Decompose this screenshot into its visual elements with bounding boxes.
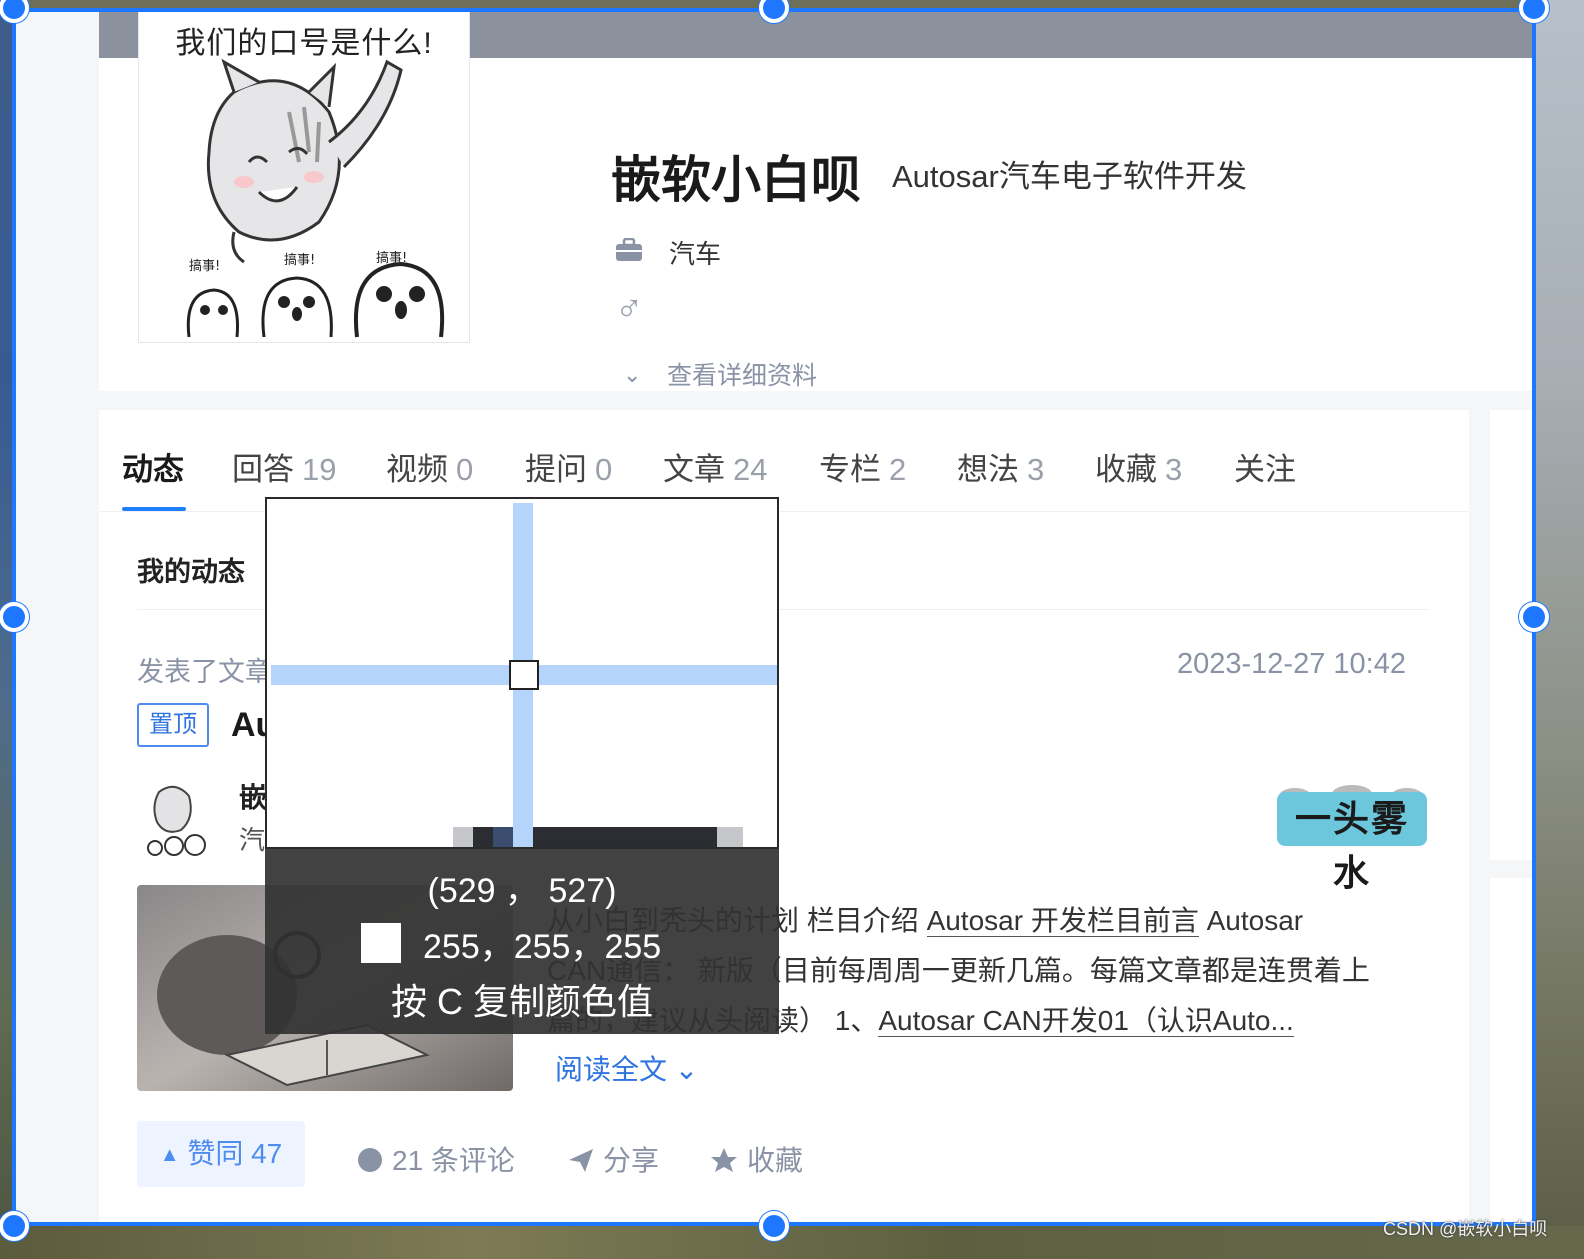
chevron-down-icon[interactable]: ⌄ <box>623 362 641 388</box>
tab-label: 提问 <box>525 452 587 487</box>
tab-activity[interactable]: 动态 <box>122 444 184 489</box>
tab-label: 视频 <box>386 452 448 487</box>
excerpt-link[interactable]: Autosar CAN开发01（认识Auto... <box>878 1005 1294 1037</box>
tab-columns[interactable]: 专栏 2 <box>819 444 906 489</box>
tab-label: 想法 <box>957 452 1019 487</box>
author-name[interactable]: 嵌 <box>239 776 267 816</box>
comments-label: 21 条评论 <box>392 1145 515 1176</box>
tab-label: 关注 <box>1234 452 1296 487</box>
chevron-down-icon: ⌄ <box>674 1054 699 1085</box>
sticker-label: 搞事! <box>189 258 220 274</box>
tab-videos[interactable]: 视频 0 <box>386 444 473 489</box>
tab-count: 0 <box>595 452 613 487</box>
user-name: 嵌软小白呗 <box>611 152 861 208</box>
like-label: 赞同 47 <box>187 1138 283 1169</box>
color-picker-magnifier: (529 ， 527) 255，255，255 按 C 复制颜色值 <box>265 497 779 1034</box>
excerpt-link[interactable]: Autosar 开发栏目前言 <box>926 905 1199 937</box>
like-button[interactable]: ▲ 赞同 47 <box>137 1121 305 1187</box>
male-gender-icon: ♂ <box>615 288 644 330</box>
tab-label: 回答 <box>232 452 294 487</box>
tab-count: 24 <box>733 452 768 487</box>
read-more-link[interactable]: 阅读全文 ⌄ <box>555 1048 698 1088</box>
hamster-sticker-image: 搞事! 搞事! 搞事! <box>186 58 445 338</box>
share-label: 分享 <box>603 1145 660 1176</box>
upvote-triangle-icon: ▲ <box>159 1144 180 1166</box>
tab-label: 收藏 <box>1095 452 1157 487</box>
share-button[interactable]: 分享 <box>567 1139 659 1179</box>
view-details-link[interactable]: 查看详细资料 <box>667 356 817 392</box>
resize-handle-left[interactable] <box>0 602 29 632</box>
read-more-label: 阅读全文 <box>555 1054 668 1085</box>
desktop-background-right <box>1536 0 1584 1259</box>
favorite-button[interactable]: 收藏 <box>709 1139 803 1179</box>
tab-count: 0 <box>456 452 474 487</box>
sidebar-card <box>1490 410 1536 860</box>
sticker-label: 搞事! <box>284 252 315 268</box>
active-tab-indicator <box>122 507 186 511</box>
tab-count: 3 <box>1027 452 1045 487</box>
copy-hint: 按 C 复制颜色值 <box>390 981 653 1022</box>
column-logo-text: 一头雾水 <box>1277 792 1427 894</box>
tab-label: 动态 <box>122 452 184 487</box>
author-meta: 汽 <box>239 825 266 855</box>
color-swatch <box>361 923 401 963</box>
rgb-value: 255，255，255 <box>423 928 662 966</box>
activity-timestamp: 2023-12-27 10:42 <box>1177 648 1406 680</box>
paper-plane-icon <box>569 1149 593 1172</box>
tab-answers[interactable]: 回答 19 <box>232 444 336 489</box>
desktop-background-bottom <box>0 1226 1584 1259</box>
user-bio: Autosar汽车电子软件开发 <box>892 159 1247 194</box>
star-icon <box>711 1148 737 1172</box>
watermark: CSDN @嵌软小白呗 <box>1383 1219 1548 1239</box>
tab-favorites[interactable]: 收藏 3 <box>1095 444 1182 489</box>
industry-text: 汽车 <box>669 239 722 269</box>
profile-avatar[interactable]: 我们的口号是什么! 搞事! 搞事! 搞事! <box>138 11 470 343</box>
tab-count: 2 <box>889 452 907 487</box>
activity-type: 发表了文章 <box>137 657 272 687</box>
tab-articles[interactable]: 文章 24 <box>663 444 767 489</box>
color-picker-info: (529 ， 527) 255，255，255 按 C 复制颜色值 <box>265 849 779 1034</box>
favorite-label: 收藏 <box>747 1145 804 1176</box>
cursor-coordinates: (529 ， 527) <box>427 872 617 910</box>
resize-handle-bottom-left[interactable] <box>0 1211 29 1241</box>
resize-handle-bottom[interactable] <box>759 1211 789 1241</box>
pinned-badge: 置顶 <box>137 703 209 747</box>
sidebar-card <box>1490 878 1536 1226</box>
resize-handle-right[interactable] <box>1519 602 1549 632</box>
crosshair-center <box>509 660 539 690</box>
tab-count: 19 <box>302 452 337 487</box>
tab-count: 3 <box>1165 452 1183 487</box>
author-avatar[interactable] <box>137 778 211 856</box>
column-logo[interactable]: 一头雾水 <box>1277 782 1427 894</box>
section-title: 我的动态 <box>137 557 245 587</box>
tab-questions[interactable]: 提问 0 <box>525 444 612 489</box>
zoom-preview <box>265 497 779 849</box>
comment-bubble-icon <box>358 1148 382 1172</box>
comments-button[interactable]: 21 条评论 <box>356 1139 515 1179</box>
tab-thoughts[interactable]: 想法 3 <box>957 444 1044 489</box>
excerpt-text: Autosar <box>1198 905 1304 936</box>
tab-label: 专栏 <box>819 452 881 487</box>
briefcase-icon <box>616 238 642 261</box>
tab-label: 文章 <box>663 452 725 487</box>
tab-following[interactable]: 关注 <box>1234 444 1296 489</box>
